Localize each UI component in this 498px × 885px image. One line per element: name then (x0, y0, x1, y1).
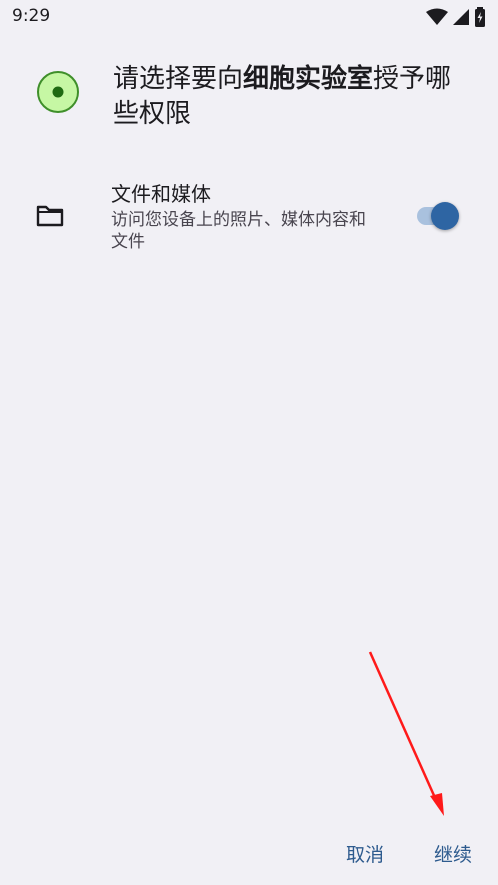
permission-row-files-media[interactable]: 文件和媒体 访问您设备上的照片、媒体内容和文件 (0, 176, 498, 260)
status-bar: 9:29 (0, 0, 498, 34)
permission-toggle[interactable] (417, 202, 463, 230)
status-icons (426, 7, 486, 27)
folder-icon (36, 205, 64, 227)
permission-title: 文件和媒体 (111, 182, 211, 206)
signal-icon (453, 9, 469, 25)
title-prefix: 请选择要向 (113, 64, 244, 94)
dialog-title: 请选择要向细胞实验室授予哪些权限 (113, 62, 473, 132)
cancel-button[interactable]: 取消 (346, 840, 384, 867)
continue-button[interactable]: 继续 (434, 840, 472, 867)
app-icon (37, 71, 79, 113)
wifi-icon (426, 8, 448, 25)
permission-description: 访问您设备上的照片、媒体内容和文件 (111, 210, 366, 252)
status-time: 9:29 (12, 6, 51, 26)
app-name: 细胞实验室 (243, 64, 374, 94)
toggle-thumb (431, 202, 459, 230)
battery-icon (475, 7, 485, 27)
annotation-arrow-icon (368, 651, 444, 816)
